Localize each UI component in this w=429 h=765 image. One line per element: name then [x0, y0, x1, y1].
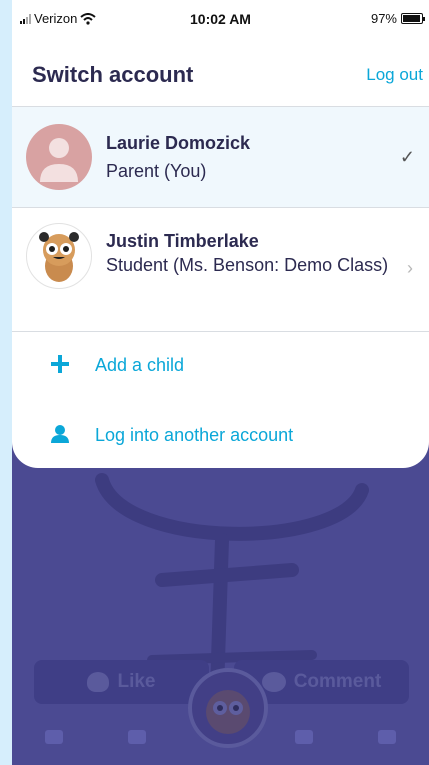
- add-child-label: Add a child: [95, 355, 185, 375]
- chevron-right-icon: ›: [407, 258, 413, 278]
- account-row-laurie[interactable]: Laurie Domozick Parent (You) ✓: [12, 106, 429, 207]
- account-role: Parent (You): [106, 161, 207, 181]
- monster-avatar-icon: [206, 690, 250, 734]
- status-time: 10:02 AM: [190, 11, 251, 27]
- avatar: [26, 124, 92, 190]
- add-icon: [128, 730, 147, 744]
- account-row-justin[interactable]: Justin Timberlake Student (Ms. Benson: D…: [12, 207, 429, 331]
- battery-percent: 97%: [370, 11, 397, 26]
- add-child-row[interactable]: Add a child: [12, 336, 429, 396]
- logout-button[interactable]: Log out: [366, 65, 423, 85]
- monster-avatar-icon: [39, 232, 79, 282]
- log-into-another-label: Log into another account: [95, 425, 294, 445]
- divider: [12, 331, 429, 332]
- person-icon: [51, 425, 69, 443]
- account-icon: [378, 730, 397, 744]
- person-placeholder-icon: [40, 138, 78, 182]
- tab-messages[interactable]: [279, 730, 329, 748]
- tab-account[interactable]: [362, 730, 412, 748]
- switch-account-sheet: Switch account Log out Laurie Domozick P…: [12, 40, 429, 468]
- status-bar: Verizon 10:02 AM 97%: [12, 0, 429, 40]
- sheet-header: Switch account Log out: [12, 40, 429, 106]
- log-into-another-row[interactable]: Log into another account: [12, 406, 429, 466]
- checkmark-icon: ✓: [399, 147, 415, 167]
- messages-icon: [294, 730, 313, 744]
- comment-icon: [261, 672, 286, 692]
- avatar: [26, 223, 92, 289]
- comment-label: Comment: [293, 671, 382, 692]
- center-avatar-button[interactable]: [188, 668, 268, 748]
- heart-icon: [87, 672, 110, 692]
- battery-icon: [401, 13, 425, 24]
- like-label: Like: [117, 671, 156, 692]
- account-name: Laurie Domozick: [106, 133, 251, 153]
- phone-screen: Like Comment Verizon 10:02 AM 97% Switch…: [12, 0, 429, 765]
- tab-feed[interactable]: [29, 730, 79, 748]
- sheet-title: Switch account: [32, 62, 194, 87]
- plus-icon: [51, 355, 69, 373]
- account-role: Student (Ms. Benson: Demo Class): [106, 255, 389, 275]
- tab-add[interactable]: [112, 730, 162, 748]
- feed-icon: [44, 730, 63, 744]
- like-button[interactable]: Like: [34, 660, 209, 704]
- account-name: Justin Timberlake: [106, 231, 259, 251]
- status-right: 97%: [370, 11, 425, 26]
